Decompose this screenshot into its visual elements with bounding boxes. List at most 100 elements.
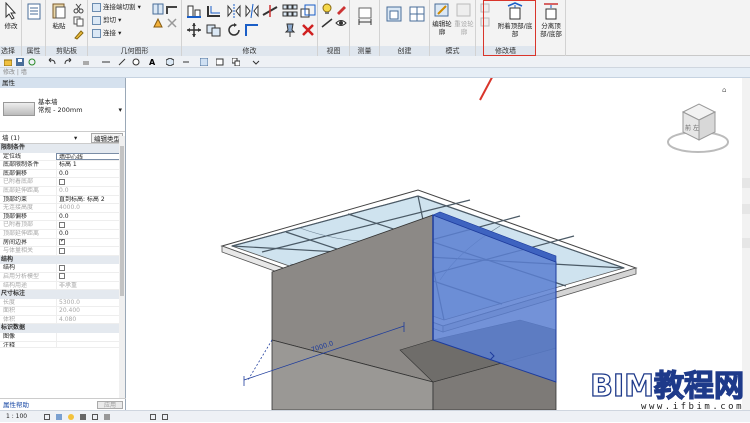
prop-value[interactable]	[56, 264, 125, 272]
select-panel-label[interactable]: 选择	[0, 46, 21, 56]
status-hide-icon[interactable]	[150, 414, 156, 420]
modify-button[interactable]: 修改	[1, 2, 21, 30]
scale-icon[interactable]	[300, 3, 316, 19]
undo-icon[interactable]	[48, 58, 56, 66]
sun-path-icon[interactable]	[68, 414, 74, 420]
print-icon[interactable]	[82, 58, 90, 66]
zoom-icon[interactable]	[742, 204, 750, 214]
instance-chevron-icon[interactable]: ▾	[74, 132, 77, 144]
orbit-icon[interactable]	[742, 238, 750, 248]
text-icon[interactable]: A	[148, 58, 156, 66]
offset-icon[interactable]	[206, 3, 222, 19]
prop-value[interactable]	[56, 238, 125, 247]
prop-top-extension[interactable]: 顶部延伸距离 0.0	[0, 229, 125, 239]
mirror-draw-axis-icon[interactable]	[244, 3, 260, 19]
prop-value[interactable]: 直到标高: 标高 2	[56, 195, 125, 204]
scale-label[interactable]: 1 : 100	[6, 411, 27, 423]
section-icon[interactable]	[182, 58, 190, 66]
match-type-icon[interactable]	[73, 29, 85, 41]
wall-joins-icon[interactable]	[166, 3, 178, 15]
dimension-icon[interactable]	[118, 58, 126, 66]
group-identity[interactable]: 标识数据	[0, 324, 125, 334]
mirror-pick-axis-icon[interactable]	[226, 3, 242, 19]
rotate-icon[interactable]	[226, 22, 242, 38]
analytical-icon[interactable]	[162, 414, 168, 420]
room-bounding-checkbox[interactable]	[59, 239, 65, 246]
split-face-icon[interactable]	[152, 3, 164, 15]
pin-icon[interactable]	[282, 22, 298, 38]
prop-comment[interactable]: 注释	[0, 341, 125, 348]
demolish-icon[interactable]	[166, 17, 178, 29]
prop-top-constraint[interactable]: 顶部约束 直到标高: 标高 2	[0, 195, 125, 205]
detach-top-base-button[interactable]: 分离顶部/底部	[537, 2, 565, 38]
measure-small-icon[interactable]	[102, 58, 110, 66]
prop-structural[interactable]: 结构	[0, 264, 125, 273]
detail-level-icon[interactable]	[44, 414, 50, 420]
3d-viewport[interactable]: 7000.0 前 左 ⌂	[127, 78, 750, 410]
close-hidden-icon[interactable]	[216, 58, 224, 66]
join-button[interactable]: 连接 ▾	[92, 28, 121, 39]
prop-value[interactable]: 0.0	[56, 229, 125, 238]
structural-checkbox[interactable]	[59, 264, 65, 271]
linework-icon[interactable]	[321, 17, 333, 29]
shadows-icon[interactable]	[80, 414, 86, 420]
prop-base-constraint[interactable]: 底部限制条件 标高 1	[0, 161, 125, 170]
cut-button[interactable]: 剪切 ▾	[92, 15, 121, 26]
prop-base-offset[interactable]: 底部偏移 0.0	[0, 169, 125, 179]
lock-view-icon[interactable]	[104, 414, 110, 420]
copy-element-icon[interactable]	[206, 22, 222, 38]
viewcube-icon[interactable]: 前 左	[663, 90, 733, 162]
override-graphics-icon[interactable]	[335, 3, 347, 15]
prop-value[interactable]: 0.0	[56, 212, 125, 221]
prop-value[interactable]	[56, 333, 125, 341]
properties-scrollbar[interactable]	[119, 136, 125, 398]
copy-icon[interactable]	[73, 16, 85, 28]
connect-cut-button[interactable]: 连接端切割 ▾	[92, 2, 141, 13]
home-icon[interactable]: ⌂	[722, 86, 730, 94]
building-model[interactable]: 7000.0	[127, 78, 750, 410]
measure-icon[interactable]	[357, 6, 373, 28]
lightbulb-icon[interactable]	[321, 3, 333, 15]
switch-windows-icon[interactable]	[232, 58, 240, 66]
prop-value[interactable]: 0.0	[56, 169, 125, 178]
type-selector[interactable]: 基本墙 常规 - 200mm ▾	[0, 88, 125, 132]
prop-value[interactable]	[56, 341, 125, 347]
scrollbar-thumb[interactable]	[120, 146, 124, 296]
prop-room-bounding[interactable]: 房间边界	[0, 238, 125, 248]
prop-top-offset[interactable]: 顶部偏移 0.0	[0, 212, 125, 222]
paint-icon[interactable]	[152, 17, 164, 29]
reset-profile-button[interactable]: 重设轮廓	[454, 2, 474, 36]
create-parts-icon[interactable]	[408, 4, 426, 26]
prop-location-line[interactable]: 定位线 墙中心线	[0, 152, 125, 162]
tag-icon[interactable]	[132, 58, 140, 66]
move-icon[interactable]	[186, 22, 202, 38]
thin-lines-icon[interactable]	[200, 58, 208, 66]
properties-button[interactable]	[24, 3, 44, 23]
crop-icon[interactable]	[92, 414, 98, 420]
customize-icon[interactable]	[252, 58, 260, 66]
apply-button[interactable]: 应用	[96, 401, 123, 409]
trim-extend-icon[interactable]	[244, 22, 260, 38]
chevron-down-icon[interactable]: ▾	[118, 106, 122, 114]
hide-icon[interactable]	[335, 17, 347, 29]
edit-profile-button[interactable]: 编辑轮廓	[432, 2, 452, 36]
align-icon[interactable]	[186, 3, 202, 19]
nav-wheel-icon[interactable]	[742, 178, 750, 188]
prop-value[interactable]: 标高 1	[56, 161, 125, 169]
split-icon[interactable]	[262, 3, 278, 19]
cut-icon[interactable]	[73, 3, 85, 15]
sync-icon[interactable]	[28, 58, 36, 66]
group-dimensions[interactable]: 尺寸标注	[0, 290, 125, 299]
paste-button[interactable]: 粘贴	[49, 2, 69, 30]
group-structure[interactable]: 结构	[0, 255, 125, 265]
visual-style-icon[interactable]	[56, 414, 62, 420]
instance-filter[interactable]: 墙 (1) ▾ 编辑类型	[0, 132, 125, 144]
save-icon[interactable]	[16, 58, 24, 66]
group-constraints[interactable]: 限制条件	[0, 144, 125, 153]
array-icon[interactable]	[282, 3, 298, 19]
create-assembly-icon[interactable]	[385, 4, 403, 26]
open-icon[interactable]	[4, 58, 12, 66]
delete-icon[interactable]	[300, 22, 316, 38]
redo-icon[interactable]	[64, 58, 72, 66]
3d-view-icon[interactable]	[166, 58, 174, 66]
